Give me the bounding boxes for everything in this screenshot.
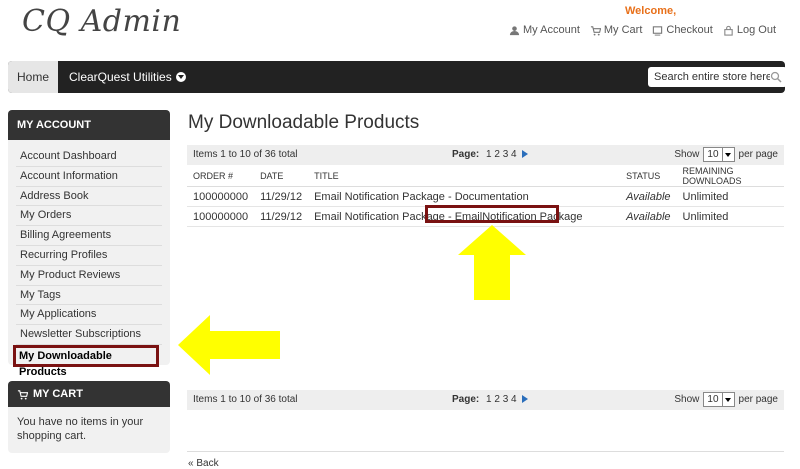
cart-icon	[590, 25, 601, 36]
logout-link[interactable]: Log Out	[723, 24, 776, 36]
page-2[interactable]: 2	[494, 149, 500, 160]
cart-block: MY CART You have no items in your shoppi…	[8, 381, 170, 453]
cart-header: MY CART	[8, 381, 170, 407]
nav-clearquest-label: ClearQuest Utilities	[69, 70, 172, 84]
status: Available	[620, 186, 677, 207]
pagination: Page: 1 2 3 4	[452, 149, 529, 160]
lock-icon	[724, 25, 733, 36]
sidebar-item-my-downloadable-products[interactable]: My Downloadable Products	[13, 344, 159, 378]
top-links: My Account My Cart Checkout Log Out	[509, 24, 776, 36]
yellow-left-arrow	[178, 315, 280, 375]
checkout-label: Checkout	[666, 24, 713, 36]
status: Available	[620, 206, 677, 227]
page-label: Page:	[452, 394, 480, 405]
sidebar-item-account-dashboard[interactable]: Account Dashboard	[16, 147, 162, 167]
order-number[interactable]: 100000000	[187, 186, 255, 207]
yellow-up-arrow	[458, 225, 526, 300]
remaining-downloads: Unlimited	[676, 206, 784, 227]
item-count: Items 1 to 10 of 36 total	[193, 394, 298, 405]
pager-top: Items 1 to 10 of 36 total Page: 1 2 3 4 …	[187, 145, 784, 165]
sidebar-item-my-applications[interactable]: My Applications	[16, 305, 162, 326]
sidebar-item-my-product-reviews[interactable]: My Product Reviews	[16, 266, 162, 286]
back-link[interactable]: « Back	[188, 458, 219, 469]
page-2[interactable]: 2	[494, 394, 500, 405]
page-label: Page:	[452, 149, 480, 160]
nav-clearquest-utilities[interactable]: ClearQuest Utilities	[69, 61, 186, 93]
sidebar-item-newsletter-subscriptions[interactable]: Newsletter Subscriptions	[16, 325, 162, 345]
checkout-link[interactable]: Checkout	[652, 24, 713, 36]
checkout-icon	[653, 25, 663, 36]
sidebar-item-my-orders[interactable]: My Orders	[16, 206, 162, 227]
col-status: STATUS	[620, 166, 677, 187]
page-1: 1	[486, 394, 492, 405]
per-page-label: per page	[738, 149, 778, 160]
my-cart-link[interactable]: My Cart	[590, 24, 643, 36]
page-4[interactable]: 4	[511, 149, 517, 160]
per-page-control: Show 10 per page	[674, 392, 778, 407]
pager-bottom: Items 1 to 10 of 36 total Page: 1 2 3 4 …	[187, 390, 784, 410]
order-date: 11/29/12	[254, 186, 309, 207]
sidebar-item-billing-agreements[interactable]: Billing Agreements	[16, 226, 162, 246]
col-remaining: REMAINING DOWNLOADS	[676, 166, 784, 187]
item-count: Items 1 to 10 of 36 total	[193, 149, 298, 160]
nav-home[interactable]: Home	[8, 61, 58, 93]
welcome-text: Welcome,	[625, 5, 677, 17]
highlight-box	[425, 205, 559, 223]
download-link[interactable]: Email Notification Package - Documentati…	[308, 186, 621, 207]
cart-title: MY CART	[33, 388, 83, 400]
chevron-down-icon	[721, 393, 734, 406]
show-label: Show	[674, 394, 700, 405]
my-cart-label: My Cart	[603, 24, 643, 36]
per-page-select[interactable]: 10	[703, 392, 735, 407]
order-number[interactable]: 100000000	[187, 206, 255, 227]
sidebar-item-recurring-profiles[interactable]: Recurring Profiles	[16, 246, 162, 266]
sidebar-item-address-book[interactable]: Address Book	[16, 187, 162, 207]
remaining-downloads: Unlimited	[676, 186, 784, 207]
page-title: My Downloadable Products	[188, 112, 420, 133]
user-icon	[509, 25, 520, 35]
sidebar-title: MY ACCOUNT	[8, 110, 170, 140]
logout-label: Log Out	[736, 24, 776, 36]
account-sidebar: MY ACCOUNT Account Dashboard Account Inf…	[8, 110, 170, 378]
per-page-value: 10	[707, 149, 719, 160]
sidebar-item-my-tags[interactable]: My Tags	[16, 286, 162, 306]
next-page-icon[interactable]	[522, 150, 529, 159]
search-icon[interactable]	[770, 71, 782, 83]
table-header-row: ORDER # DATE TITLE STATUS REMAINING DOWN…	[187, 166, 784, 187]
next-page-icon[interactable]	[522, 395, 529, 404]
col-order: ORDER #	[187, 166, 255, 187]
search-placeholder: Search entire store here	[654, 71, 770, 83]
per-page-label: per page	[738, 394, 778, 405]
page-3[interactable]: 3	[503, 394, 509, 405]
sidebar-item-account-information[interactable]: Account Information	[16, 167, 162, 187]
sidebar-list: Account Dashboard Account Information Ad…	[8, 140, 170, 378]
pagination: Page: 1 2 3 4	[452, 394, 529, 405]
chevron-down-icon	[175, 72, 186, 82]
per-page-value: 10	[707, 394, 719, 405]
divider	[187, 451, 784, 452]
cart-icon	[17, 389, 28, 400]
col-title: TITLE	[308, 166, 621, 187]
table-row: 100000000 11/29/12 Email Notification Pa…	[187, 186, 784, 207]
chevron-down-icon	[721, 148, 734, 161]
order-date: 11/29/12	[254, 206, 309, 227]
my-account-link[interactable]: My Account	[509, 24, 580, 36]
page-4[interactable]: 4	[511, 394, 517, 405]
page-1: 1	[486, 149, 492, 160]
page-3[interactable]: 3	[503, 149, 509, 160]
show-label: Show	[674, 149, 700, 160]
search-input[interactable]: Search entire store here	[648, 67, 787, 87]
col-date: DATE	[254, 166, 309, 187]
per-page-select[interactable]: 10	[703, 147, 735, 162]
per-page-control: Show 10 per page	[674, 147, 778, 162]
logo[interactable]: CQ Admin	[22, 4, 181, 39]
my-account-label: My Account	[523, 24, 580, 36]
nav-bar: Home ClearQuest Utilities Search entire …	[8, 61, 787, 93]
cart-empty-text: You have no items in your shopping cart.	[17, 416, 144, 442]
